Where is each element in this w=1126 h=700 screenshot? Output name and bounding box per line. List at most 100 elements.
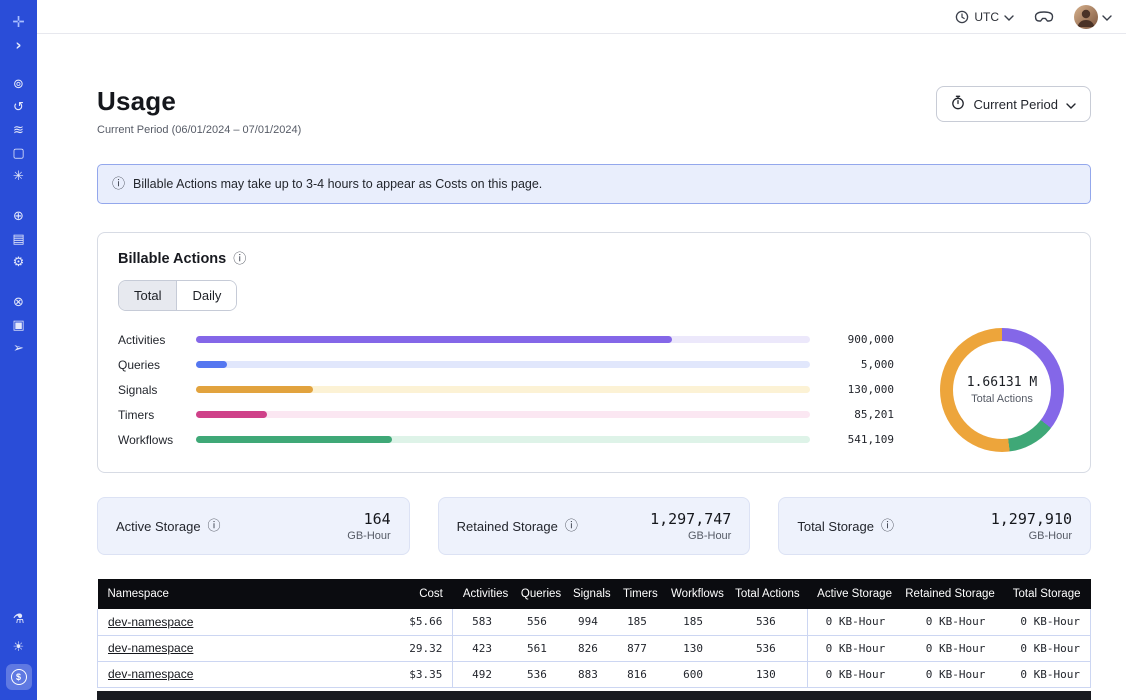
table-cell: 816 — [613, 661, 661, 687]
card-title: Billable Actions — [118, 251, 226, 267]
namespace-cell: dev-namespace — [98, 609, 393, 635]
storage-value-block: 164 GB-Hour — [347, 510, 390, 542]
sidebar-section: ⊗▣➢ — [7, 291, 31, 360]
nexus-icon[interactable]: ✳ — [7, 165, 31, 188]
namespace-link[interactable]: dev-namespace — [108, 667, 193, 681]
theme-icon[interactable]: ☀ — [7, 636, 31, 659]
period-button-label: Current Period — [973, 97, 1058, 112]
app-root: ✛› ⊚↺≋▢✳ ⊕▤⚙ ⊗▣➢ ⚗ ☀ $ UTC — [0, 0, 1126, 700]
table-cell: 0 KB-Hour — [995, 635, 1090, 661]
table-row: dev-namespace$5.665835569941851855360 KB… — [98, 609, 1091, 635]
table-cell: 600 — [661, 661, 725, 687]
usage-icon[interactable]: $ — [6, 664, 32, 690]
table-cell: 0 KB-Hour — [995, 609, 1090, 635]
bar-value: 900,000 — [822, 333, 894, 346]
table-cell: 0 KB-Hour — [807, 635, 895, 661]
deployments-icon[interactable]: ▢ — [7, 142, 31, 165]
tab-daily[interactable]: Daily — [176, 281, 236, 310]
stopwatch-icon — [951, 95, 965, 113]
info-icon[interactable]: ⓘ — [881, 520, 894, 533]
storage-value-block: 1,297,910GB-Hour — [991, 510, 1072, 542]
bar-value: 130,000 — [822, 383, 894, 396]
goggles-icon[interactable] — [1034, 10, 1054, 23]
timezone-selector[interactable]: UTC — [955, 10, 1014, 24]
info-banner: ⓘ Billable Actions may take up to 3-4 ho… — [97, 164, 1091, 204]
settings-icon[interactable]: ⚙ — [7, 251, 31, 274]
table-cell: 536 — [511, 661, 563, 687]
bar-track — [196, 386, 810, 393]
user-menu[interactable] — [1074, 5, 1112, 29]
table-cell: 185 — [613, 609, 661, 635]
support-icon[interactable]: ⊗ — [7, 291, 31, 314]
table-header-row: NamespaceCostActivitiesQueriesSignalsTim… — [98, 579, 1091, 609]
clock-icon — [955, 10, 969, 24]
table-cell: 185 — [661, 609, 725, 635]
storage-value: 164 — [347, 510, 390, 528]
docs-icon[interactable]: ▣ — [7, 314, 31, 337]
namespace-link[interactable]: dev-namespace — [108, 641, 193, 655]
storage-cards: Active Storageⓘ164GB-HourRetained Storag… — [97, 497, 1091, 555]
storage-label-text: Retained Storage — [457, 519, 558, 534]
bar-value: 5,000 — [822, 358, 894, 371]
page-title: Usage — [97, 86, 301, 117]
namespaces-icon[interactable]: ⊚ — [7, 73, 31, 96]
tab-total[interactable]: Total — [119, 281, 176, 310]
period-selector-button[interactable]: Current Period — [936, 86, 1091, 122]
history-icon[interactable]: ↺ — [7, 96, 31, 119]
namespace-cell: dev-namespace — [98, 661, 393, 687]
donut-ring: 1.66131 M Total Actions — [940, 328, 1064, 452]
table-cell: 29.32 — [393, 635, 453, 661]
sidebar-section: ✛› — [7, 10, 31, 56]
storage-card-label: Total Storageⓘ — [797, 519, 894, 534]
view-toggle: Total Daily — [118, 280, 237, 311]
bar-fill — [196, 386, 313, 393]
labs-icon[interactable]: ⚗ — [7, 608, 31, 631]
page-header: Usage Current Period (06/01/2024 – 07/01… — [97, 86, 1091, 136]
sidebar-bottom: ⚗ ☀ $ — [6, 608, 32, 690]
sidebar-section: ⊕▤⚙ — [7, 205, 31, 274]
sidebar-section: ⊚↺≋▢✳ — [7, 73, 31, 188]
storage-value: 1,297,910 — [991, 510, 1072, 528]
queues-icon[interactable]: ≋ — [7, 119, 31, 142]
page-title-block: Usage Current Period (06/01/2024 – 07/01… — [97, 86, 301, 136]
table-cell: 0 KB-Hour — [807, 661, 895, 687]
bar-track — [196, 361, 810, 368]
table-row: dev-namespace29.324235618268771305360 KB… — [98, 635, 1091, 661]
table-cell: 130 — [661, 635, 725, 661]
info-icon[interactable]: ⓘ — [565, 520, 578, 533]
bar-track — [196, 436, 810, 443]
usage-icon-glyph: $ — [11, 669, 27, 685]
info-icon: ⓘ — [112, 178, 125, 191]
sidebar: ✛› ⊚↺≋▢✳ ⊕▤⚙ ⊗▣➢ ⚗ ☀ $ — [0, 0, 37, 700]
bar-label: Queries — [118, 358, 184, 372]
chevron-down-icon — [1102, 8, 1112, 26]
table-row: dev-namespace$3.354925368838166001300 KB… — [98, 661, 1091, 687]
chevron-down-icon — [1066, 97, 1076, 112]
storage-unit: GB-Hour — [347, 530, 390, 542]
namespace-link[interactable]: dev-namespace — [108, 615, 193, 629]
page-subtitle: Current Period (06/01/2024 – 07/01/2024) — [97, 124, 301, 136]
getting-started-icon[interactable]: ➢ — [7, 337, 31, 360]
card-title-row: Billable Actions ⓘ — [118, 251, 1070, 267]
chevron-down-icon — [1004, 10, 1014, 24]
column-header: Namespace — [98, 579, 393, 609]
column-header: Activities — [453, 579, 511, 609]
table-cell: 0 KB-Hour — [895, 609, 995, 635]
storage-card: Total Storageⓘ 1,297,910GB-Hour — [778, 497, 1091, 555]
column-header: Cost — [393, 579, 453, 609]
table-cell: 583 — [453, 609, 511, 635]
table-cell: 130 — [725, 661, 807, 687]
content: Usage Current Period (06/01/2024 – 07/01… — [37, 34, 1126, 700]
billing-icon[interactable]: ▤ — [7, 228, 31, 251]
info-icon[interactable]: ⓘ — [208, 520, 221, 533]
billable-chart: Activities900,000Queries5,000Signals130,… — [118, 327, 1070, 452]
regions-icon[interactable]: ⊕ — [7, 205, 31, 228]
collapse-chevron-icon[interactable]: › — [7, 33, 31, 56]
temporal-logo-icon[interactable]: ✛ — [7, 10, 31, 33]
bar-track — [196, 411, 810, 418]
bar-chart: Activities900,000Queries5,000Signals130,… — [118, 327, 894, 452]
info-icon[interactable]: ⓘ — [233, 253, 246, 266]
topbar: UTC — [37, 0, 1126, 34]
usage-table: NamespaceCostActivitiesQueriesSignalsTim… — [97, 579, 1091, 688]
bar-row: Queries 5,000 — [118, 352, 894, 377]
